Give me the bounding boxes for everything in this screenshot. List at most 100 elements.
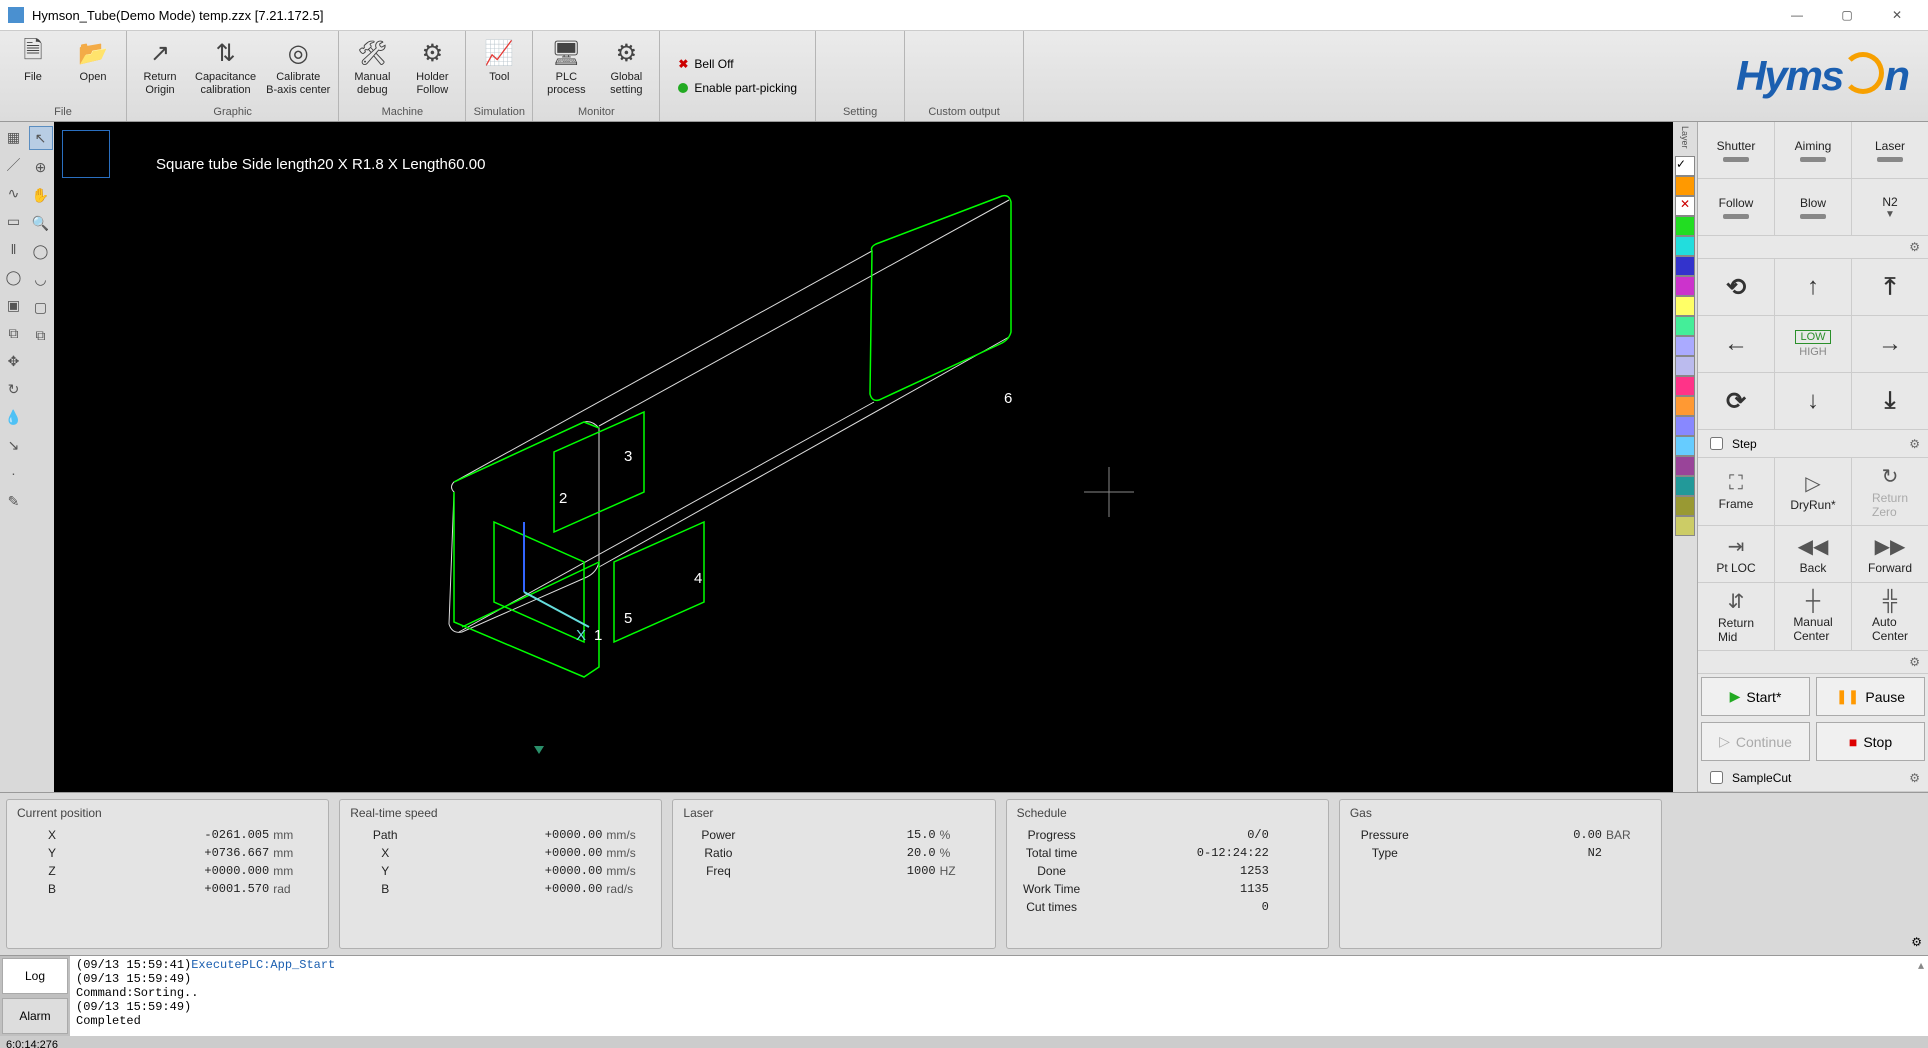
blow-button[interactable]: Blow <box>1775 179 1852 235</box>
group-tool[interactable]: ⧉ <box>3 322 25 344</box>
log-tab[interactable]: Log <box>2 958 68 994</box>
line-tool[interactable]: ／ <box>3 154 25 176</box>
jog-z-down[interactable]: ⤓ <box>1852 373 1928 429</box>
pan-tool[interactable]: ✋ <box>30 184 52 206</box>
layer-swatch-7[interactable] <box>1675 296 1695 316</box>
align-tool[interactable]: ‖ <box>3 238 25 260</box>
aiming-button[interactable]: Aiming <box>1775 122 1852 178</box>
layer-swatch-6[interactable] <box>1675 276 1695 296</box>
plc-button[interactable]: 🖥PLC process <box>537 35 595 99</box>
bell-toggle[interactable]: ✖Bell Off <box>678 57 797 71</box>
log-output[interactable]: (09/13 15:59:41)ExecutePLC:App_Start(09/… <box>70 956 1928 1036</box>
layer-swatch-13[interactable] <box>1675 416 1695 436</box>
holder-follow-button[interactable]: ⚙Holder Follow <box>403 35 461 99</box>
jog-rotate-cw[interactable]: ⟳ <box>1698 373 1775 429</box>
layer-swatch-8[interactable] <box>1675 316 1695 336</box>
gear-icon[interactable]: ⚙ <box>1909 771 1920 785</box>
start-button[interactable]: ▶Start* <box>1701 677 1810 716</box>
status-row: Y+0000.00mm/s <box>350 862 651 880</box>
global-setting-button[interactable]: ⚙Global setting <box>597 35 655 99</box>
layer-swatch-18[interactable] <box>1675 516 1695 536</box>
box-tool[interactable]: ▢ <box>30 296 52 318</box>
dup-tool[interactable]: ⧉ <box>30 324 52 346</box>
layer-swatch-14[interactable] <box>1675 436 1695 456</box>
manual-debug-button[interactable]: 🛠Manual debug <box>343 35 401 99</box>
jog-left[interactable]: ← <box>1698 316 1775 372</box>
pause-button[interactable]: ❚❚Pause <box>1816 677 1925 716</box>
mancenter-button[interactable]: ┼Manual Center <box>1775 583 1852 650</box>
layer-swatch-11[interactable] <box>1675 376 1695 396</box>
rect-tool[interactable]: ▭ <box>3 210 25 232</box>
layer-swatch-2[interactable]: ✕ <box>1675 196 1695 216</box>
open-button[interactable]: 📂Open <box>64 35 122 86</box>
laser-button[interactable]: Laser <box>1852 122 1928 178</box>
ellipse-tool[interactable]: ◯ <box>30 240 52 262</box>
brush-tool[interactable]: ✎ <box>3 490 25 512</box>
layer-swatch-5[interactable] <box>1675 256 1695 276</box>
jog-up[interactable]: ↑ <box>1775 259 1852 315</box>
jog-right[interactable]: → <box>1852 316 1928 372</box>
n2-button[interactable]: N2▼ <box>1852 179 1928 235</box>
layer-swatch-10[interactable] <box>1675 356 1695 376</box>
continue-button[interactable]: ▷Continue <box>1701 722 1810 761</box>
part-picking-toggle[interactable]: Enable part-picking <box>678 81 797 95</box>
layer-swatch-1[interactable] <box>1675 176 1695 196</box>
layer-swatch-15[interactable] <box>1675 456 1695 476</box>
measure-tool[interactable]: ↘ <box>3 434 25 456</box>
ptloc-button[interactable]: ⇥Pt LOC <box>1698 526 1775 582</box>
layer-swatch-0[interactable]: ✓ <box>1675 156 1695 176</box>
layer-swatch-17[interactable] <box>1675 496 1695 516</box>
forward-button[interactable]: ▶▶Forward <box>1852 526 1928 582</box>
maximize-button[interactable]: ▢ <box>1824 1 1870 29</box>
curve-tool[interactable]: ∿ <box>3 182 25 204</box>
ribbon-toolbar: 🗎File 📂Open File ↗Return Origin ⇅Capacit… <box>0 31 1928 122</box>
back-button[interactable]: ◀◀Back <box>1775 526 1852 582</box>
minimize-button[interactable]: — <box>1774 1 1820 29</box>
file-button[interactable]: 🗎File <box>4 35 62 86</box>
return-origin-button[interactable]: ↗Return Origin <box>131 35 189 99</box>
canvas-viewport[interactable]: Square tube Side length20 X R1.8 X Lengt… <box>54 122 1673 792</box>
frame-button[interactable]: ⛶Frame <box>1698 458 1775 525</box>
target-tool[interactable]: ⊕ <box>30 156 52 178</box>
layer-swatch-12[interactable] <box>1675 396 1695 416</box>
alarm-tab[interactable]: Alarm <box>2 998 68 1034</box>
move-tool[interactable]: ✥ <box>3 350 25 372</box>
speed-toggle[interactable]: LOWHIGH <box>1775 316 1852 372</box>
jog-rotate-ccw[interactable]: ⟲ <box>1698 259 1775 315</box>
arc-tool[interactable]: ◡ <box>30 268 52 290</box>
zoom-tool[interactable]: 🔍 <box>30 212 52 234</box>
drop-tool[interactable]: 💧 <box>3 406 25 428</box>
dryrun-button[interactable]: ▷DryRun* <box>1775 458 1852 525</box>
gear-icon[interactable]: ⚙ <box>1909 240 1920 254</box>
tool-button[interactable]: 📈Tool <box>470 35 528 86</box>
jog-z-up[interactable]: ⤒ <box>1852 259 1928 315</box>
stop-button[interactable]: ■Stop <box>1816 722 1925 761</box>
jog-down[interactable]: ↓ <box>1775 373 1852 429</box>
marker-6: 6 <box>1004 390 1012 407</box>
samplecut-checkbox[interactable] <box>1710 771 1723 784</box>
capacitance-button[interactable]: ⇅Capacitance calibration <box>191 35 260 99</box>
gear-icon[interactable]: ⚙ <box>1909 655 1920 669</box>
window-title: Hymson_Tube(Demo Mode) temp.zzx [7.21.17… <box>32 8 1774 23</box>
select-tool[interactable]: ↖ <box>29 126 53 150</box>
retmid-button[interactable]: ⇵Return Mid <box>1698 583 1775 650</box>
circle-tool[interactable]: ◯ <box>3 266 25 288</box>
grid-tool[interactable]: ▦ <box>3 126 25 148</box>
status-row: B+0000.00rad/s <box>350 880 651 898</box>
retzero-button[interactable]: ↻Return Zero <box>1852 458 1928 525</box>
follow-button[interactable]: Follow <box>1698 179 1775 235</box>
layer-swatch-9[interactable] <box>1675 336 1695 356</box>
layer-swatch-3[interactable] <box>1675 216 1695 236</box>
calibrate-b-button[interactable]: ◎Calibrate B-axis center <box>262 35 334 99</box>
rotate-tool[interactable]: ↻ <box>3 378 25 400</box>
layer-swatch-4[interactable] <box>1675 236 1695 256</box>
copy-tool[interactable]: ▣ <box>3 294 25 316</box>
close-button[interactable]: ✕ <box>1874 1 1920 29</box>
shutter-button[interactable]: Shutter <box>1698 122 1775 178</box>
gear-icon[interactable]: ⚙ <box>1909 437 1920 451</box>
gear-icon[interactable]: ⚙ <box>1911 935 1922 949</box>
step-checkbox[interactable] <box>1710 437 1723 450</box>
layer-swatch-16[interactable] <box>1675 476 1695 496</box>
autocenter-button[interactable]: ╬Auto Center <box>1852 583 1928 650</box>
point-tool[interactable]: · <box>3 462 25 484</box>
